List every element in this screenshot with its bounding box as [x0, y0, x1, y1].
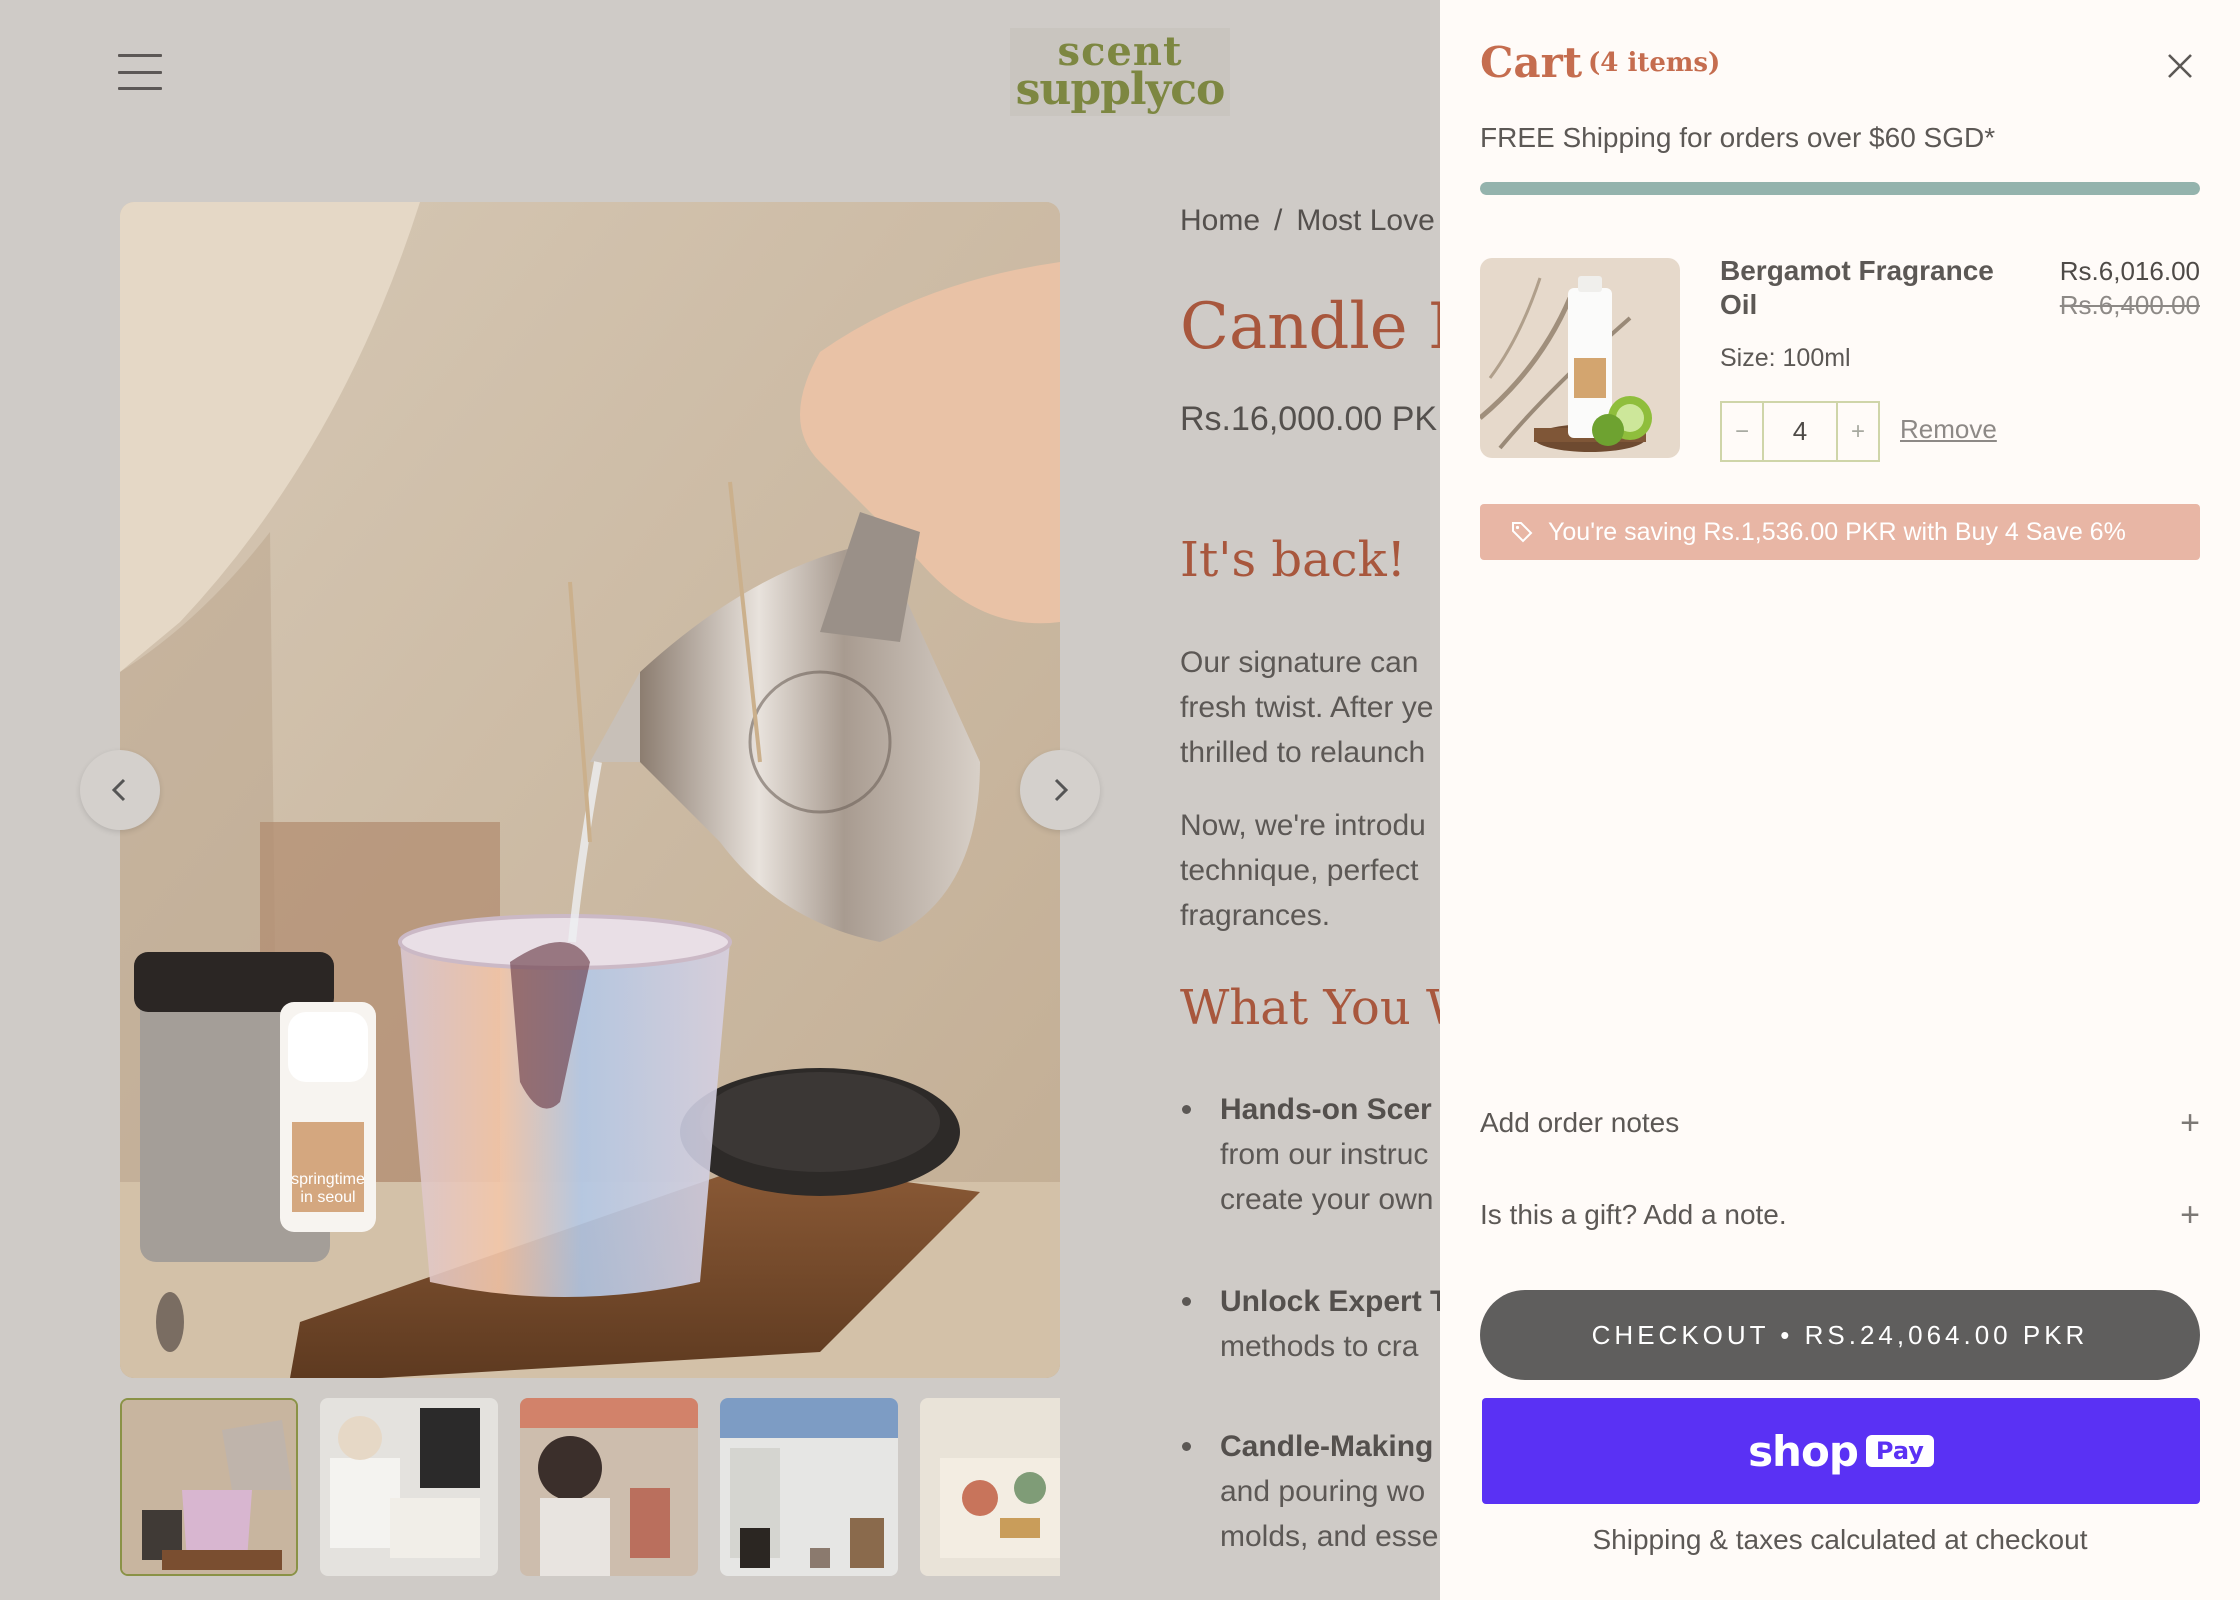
paragraph-line: technique, perfect [1180, 854, 1419, 887]
cart-item-name[interactable]: Bergamot Fragrance Oil [1720, 254, 2010, 322]
bullet-dot [1182, 1105, 1191, 1114]
gift-note-toggle[interactable]: Is this a gift? Add a note. + [1480, 1195, 2200, 1235]
bullet-title: Unlock Expert T [1220, 1285, 1440, 1318]
bullet-line: and pouring wo [1220, 1475, 1426, 1508]
bullet-line: create your own [1220, 1183, 1434, 1216]
quantity-stepper: − 4 + [1720, 401, 1880, 462]
heading-what-you-will: What You W [1180, 980, 1440, 1036]
breadcrumb-current[interactable]: Most Love [1296, 204, 1434, 237]
shipping-progress-bar [1480, 182, 2200, 195]
bullet-line: from our instruc [1220, 1138, 1429, 1171]
cart-title: Cart [1480, 38, 1583, 87]
breadcrumb: Home / Most Love [1180, 204, 1435, 238]
description-paragraph-2: Now, we're introdu technique, perfect fr… [1180, 803, 1426, 938]
tag-icon [1512, 522, 1533, 543]
cart-item-size: Size: 100ml [1720, 344, 1851, 372]
quantity-input[interactable]: 4 [1762, 403, 1838, 460]
breadcrumb-separator: / [1274, 204, 1283, 237]
site-logo[interactable]: scent supplyco [1010, 28, 1230, 116]
thumbnail-5[interactable] [920, 1398, 1060, 1576]
bullet-title: Candle-Making [1220, 1430, 1434, 1463]
checkout-button[interactable]: CHECKOUT • RS.24,064.00 PKR [1480, 1290, 2200, 1380]
paragraph-line: Now, we're introdu [1180, 809, 1426, 842]
paragraph-line: fresh twist. After ye [1180, 691, 1434, 724]
free-shipping-message: FREE Shipping for orders over $60 SGD* [1480, 122, 1996, 153]
chevron-right-icon[interactable] [1020, 750, 1100, 830]
bottle-label-line-2: in seoul [300, 1189, 355, 1206]
bullet-title: Hands-on Scer [1220, 1093, 1432, 1126]
order-notes-label: Add order notes [1480, 1107, 1680, 1138]
chevron-left-icon[interactable] [80, 750, 160, 830]
breadcrumb-home[interactable]: Home [1180, 204, 1260, 237]
thumbnail-2[interactable] [320, 1398, 498, 1576]
cart-item-price: Rs.6,016.00 [2059, 256, 2200, 286]
shipping-progress-fill [1480, 182, 2200, 195]
product-page: scent supplyco springtime in seoul Home … [0, 0, 1440, 1600]
saving-text: You're saving Rs.1,536.00 PKR with Buy 4… [1548, 517, 2126, 546]
paragraph-line: thrilled to relaunch [1180, 736, 1426, 769]
product-main-image: springtime in seoul [120, 202, 1060, 1378]
remove-item-link[interactable]: Remove [1900, 414, 1997, 445]
product-price: Rs.16,000.00 PKI [1180, 400, 1440, 438]
quantity-increase-button[interactable]: + [1838, 403, 1878, 460]
quantity-decrease-button[interactable]: − [1722, 403, 1762, 460]
bottle-label-line-1: springtime [291, 1171, 365, 1188]
heading-its-back: It's back! [1180, 532, 1406, 588]
gift-note-label: Is this a gift? Add a note. [1480, 1199, 1787, 1230]
plus-icon: + [2180, 1195, 2200, 1234]
thumbnail-3[interactable] [520, 1398, 698, 1576]
shipping-taxes-note: Shipping & taxes calculated at checkout [1592, 1524, 2088, 1555]
bullet-dot [1182, 1297, 1191, 1306]
bullet-line: molds, and esse [1220, 1520, 1439, 1553]
bullet-line: methods to cra [1220, 1330, 1419, 1363]
description-paragraph-1: Our signature can fresh twist. After ye … [1180, 640, 1433, 775]
shop-pay-wordmark: shop [1748, 1426, 1859, 1476]
thumbnail-strip [120, 1398, 1060, 1578]
cart-item-compare-price: Rs.6,400.00 [2059, 290, 2200, 320]
discount-saving-banner: You're saving Rs.1,536.00 PKR with Buy 4… [1480, 504, 2200, 560]
close-icon[interactable] [2164, 50, 2196, 82]
hamburger-icon[interactable] [118, 54, 162, 90]
thumbnail-4[interactable] [720, 1398, 898, 1576]
cart-drawer: Cart (4 items) FREE Shipping for orders … [1440, 0, 2240, 1600]
thumbnail-1[interactable] [120, 1398, 298, 1576]
shop-pay-badge: Pay [1865, 1435, 1934, 1467]
paragraph-line: fragrances. [1180, 899, 1331, 932]
cart-item-count: (4 items) [1588, 48, 1721, 78]
add-order-notes-toggle[interactable]: Add order notes + [1480, 1103, 2200, 1143]
shop-pay-button[interactable]: shop Pay [1482, 1398, 2200, 1504]
product-title: Candle M [1180, 290, 1440, 364]
cart-item-image[interactable] [1480, 258, 1680, 458]
bullet-dot [1182, 1442, 1191, 1451]
plus-icon: + [2180, 1103, 2200, 1142]
logo-line-2: supplyco [1015, 64, 1226, 116]
paragraph-line: Our signature can [1180, 646, 1419, 679]
